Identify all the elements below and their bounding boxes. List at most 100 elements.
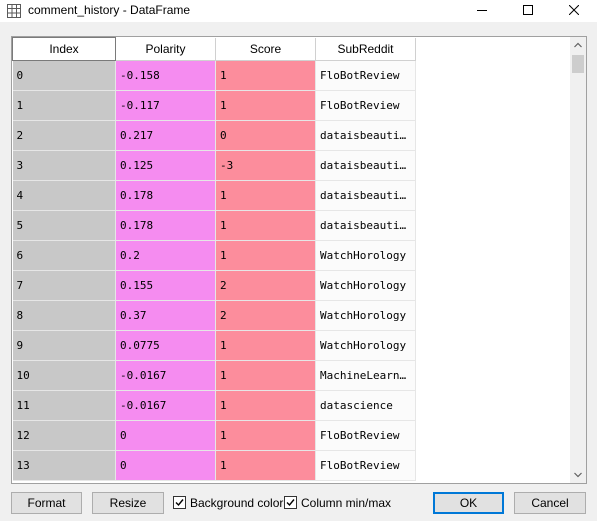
subreddit-cell[interactable]: dataisbeauti… (315, 180, 416, 211)
index-cell[interactable]: 12 (12, 420, 116, 451)
table-row[interactable]: 8 0.37 2 WatchHorology (12, 300, 416, 331)
scroll-thumb[interactable] (572, 55, 584, 73)
score-cell[interactable]: 1 (215, 360, 316, 391)
ok-button[interactable]: OK (433, 492, 504, 514)
index-cell[interactable]: 8 (12, 300, 116, 331)
column-minmax-label: Column min/max (301, 496, 392, 510)
column-header-subreddit[interactable]: SubReddit (315, 37, 416, 61)
scroll-down-icon[interactable] (570, 467, 586, 483)
table-row[interactable]: 12 0 1 FloBotReview (12, 420, 416, 451)
table-row[interactable]: 4 0.178 1 dataisbeauti… (12, 180, 416, 211)
minimize-icon (477, 10, 487, 11)
index-cell[interactable]: 4 (12, 180, 116, 211)
polarity-cell[interactable]: 0.2 (115, 240, 216, 271)
index-cell[interactable]: 11 (12, 390, 116, 421)
subreddit-cell[interactable]: FloBotReview (315, 420, 416, 451)
table-row[interactable]: 2 0.217 0 dataisbeauti… (12, 120, 416, 151)
score-cell[interactable]: 1 (215, 420, 316, 451)
score-cell[interactable]: 1 (215, 240, 316, 271)
vertical-scrollbar[interactable] (570, 37, 586, 483)
index-cell[interactable]: 2 (12, 120, 116, 151)
polarity-cell[interactable]: 0.217 (115, 120, 216, 151)
table-row[interactable]: 6 0.2 1 WatchHorology (12, 240, 416, 271)
subreddit-cell[interactable]: FloBotReview (315, 90, 416, 121)
table-row[interactable]: 11 -0.0167 1 datascience (12, 390, 416, 421)
polarity-cell[interactable]: -0.0167 (115, 360, 216, 391)
index-cell[interactable]: 10 (12, 360, 116, 391)
cancel-button[interactable]: Cancel (514, 492, 586, 514)
subreddit-cell[interactable]: WatchHorology (315, 240, 416, 271)
close-button[interactable] (551, 0, 597, 22)
polarity-cell[interactable]: 0.125 (115, 150, 216, 181)
maximize-icon (523, 5, 533, 15)
resize-button[interactable]: Resize (92, 492, 164, 514)
background-color-label: Background color (190, 496, 284, 510)
index-cell[interactable]: 3 (12, 150, 116, 181)
polarity-cell[interactable]: 0.0775 (115, 330, 216, 361)
table-row[interactable]: 5 0.178 1 dataisbeauti… (12, 210, 416, 241)
background-color-checkbox[interactable]: Background color (173, 495, 283, 511)
format-button[interactable]: Format (11, 492, 82, 514)
score-cell[interactable]: 2 (215, 270, 316, 301)
subreddit-cell[interactable]: WatchHorology (315, 330, 416, 361)
column-header-score[interactable]: Score (215, 37, 316, 61)
score-cell[interactable]: 2 (215, 300, 316, 331)
index-cell[interactable]: 9 (12, 330, 116, 361)
subreddit-cell[interactable]: WatchHorology (315, 300, 416, 331)
subreddit-cell[interactable]: dataisbeauti… (315, 210, 416, 241)
polarity-cell[interactable]: 0.178 (115, 180, 216, 211)
checkbox-box[interactable] (284, 496, 297, 509)
table-row[interactable]: 1 -0.117 1 FloBotReview (12, 90, 416, 121)
polarity-cell[interactable]: 0.178 (115, 210, 216, 241)
index-cell[interactable]: 7 (12, 270, 116, 301)
polarity-cell[interactable]: -0.117 (115, 90, 216, 121)
data-table: Index Polarity Score SubReddit 0 -0.158 1 F… (12, 37, 416, 481)
checkmark-icon (175, 499, 184, 507)
subreddit-cell[interactable]: dataisbeauti… (315, 150, 416, 181)
subreddit-cell[interactable]: datascience (315, 390, 416, 421)
column-header-polarity[interactable]: Polarity (115, 37, 216, 61)
score-cell[interactable]: 1 (215, 60, 316, 91)
score-cell[interactable]: 0 (215, 120, 316, 151)
column-header-index[interactable]: Index (12, 37, 116, 61)
index-cell[interactable]: 6 (12, 240, 116, 271)
dataframe-view[interactable]: Index Polarity Score SubReddit 0 -0.158 1 F… (11, 36, 587, 484)
polarity-cell[interactable]: -0.158 (115, 60, 216, 91)
score-cell[interactable]: 1 (215, 210, 316, 241)
score-cell[interactable]: 1 (215, 450, 316, 481)
polarity-cell[interactable]: 0 (115, 450, 216, 481)
minimize-button[interactable] (459, 0, 505, 22)
subreddit-cell[interactable]: FloBotReview (315, 450, 416, 481)
score-cell[interactable]: 1 (215, 180, 316, 211)
subreddit-cell[interactable]: MachineLearn… (315, 360, 416, 391)
index-cell[interactable]: 5 (12, 210, 116, 241)
table-row[interactable]: 10 -0.0167 1 MachineLearn… (12, 360, 416, 391)
score-cell[interactable]: 1 (215, 390, 316, 421)
score-cell[interactable]: 1 (215, 90, 316, 121)
subreddit-cell[interactable]: WatchHorology (315, 270, 416, 301)
polarity-cell[interactable]: 0.37 (115, 300, 216, 331)
score-cell[interactable]: -3 (215, 150, 316, 181)
table-row[interactable]: 13 0 1 FloBotReview (12, 450, 416, 481)
polarity-cell[interactable]: 0 (115, 420, 216, 451)
score-cell[interactable]: 1 (215, 330, 316, 361)
index-cell[interactable]: 13 (12, 450, 116, 481)
subreddit-cell[interactable]: FloBotReview (315, 60, 416, 91)
checkbox-box[interactable] (173, 496, 186, 509)
polarity-cell[interactable]: -0.0167 (115, 390, 216, 421)
table-row[interactable]: 9 0.0775 1 WatchHorology (12, 330, 416, 361)
index-cell[interactable]: 0 (12, 60, 116, 91)
column-minmax-checkbox[interactable]: Column min/max (284, 495, 394, 511)
subreddit-cell[interactable]: dataisbeauti… (315, 120, 416, 151)
title-bar: comment_history - DataFrame (0, 0, 597, 22)
table-row[interactable]: 3 0.125 -3 dataisbeauti… (12, 150, 416, 181)
scroll-up-icon[interactable] (570, 37, 586, 53)
index-cell[interactable]: 1 (12, 90, 116, 121)
maximize-button[interactable] (505, 0, 551, 22)
table-row[interactable]: 7 0.155 2 WatchHorology (12, 270, 416, 301)
table-icon (7, 4, 21, 18)
window-title: comment_history - DataFrame (28, 3, 191, 17)
polarity-cell[interactable]: 0.155 (115, 270, 216, 301)
header-row: Index Polarity Score SubReddit (12, 37, 416, 61)
table-row[interactable]: 0 -0.158 1 FloBotReview (12, 60, 416, 91)
